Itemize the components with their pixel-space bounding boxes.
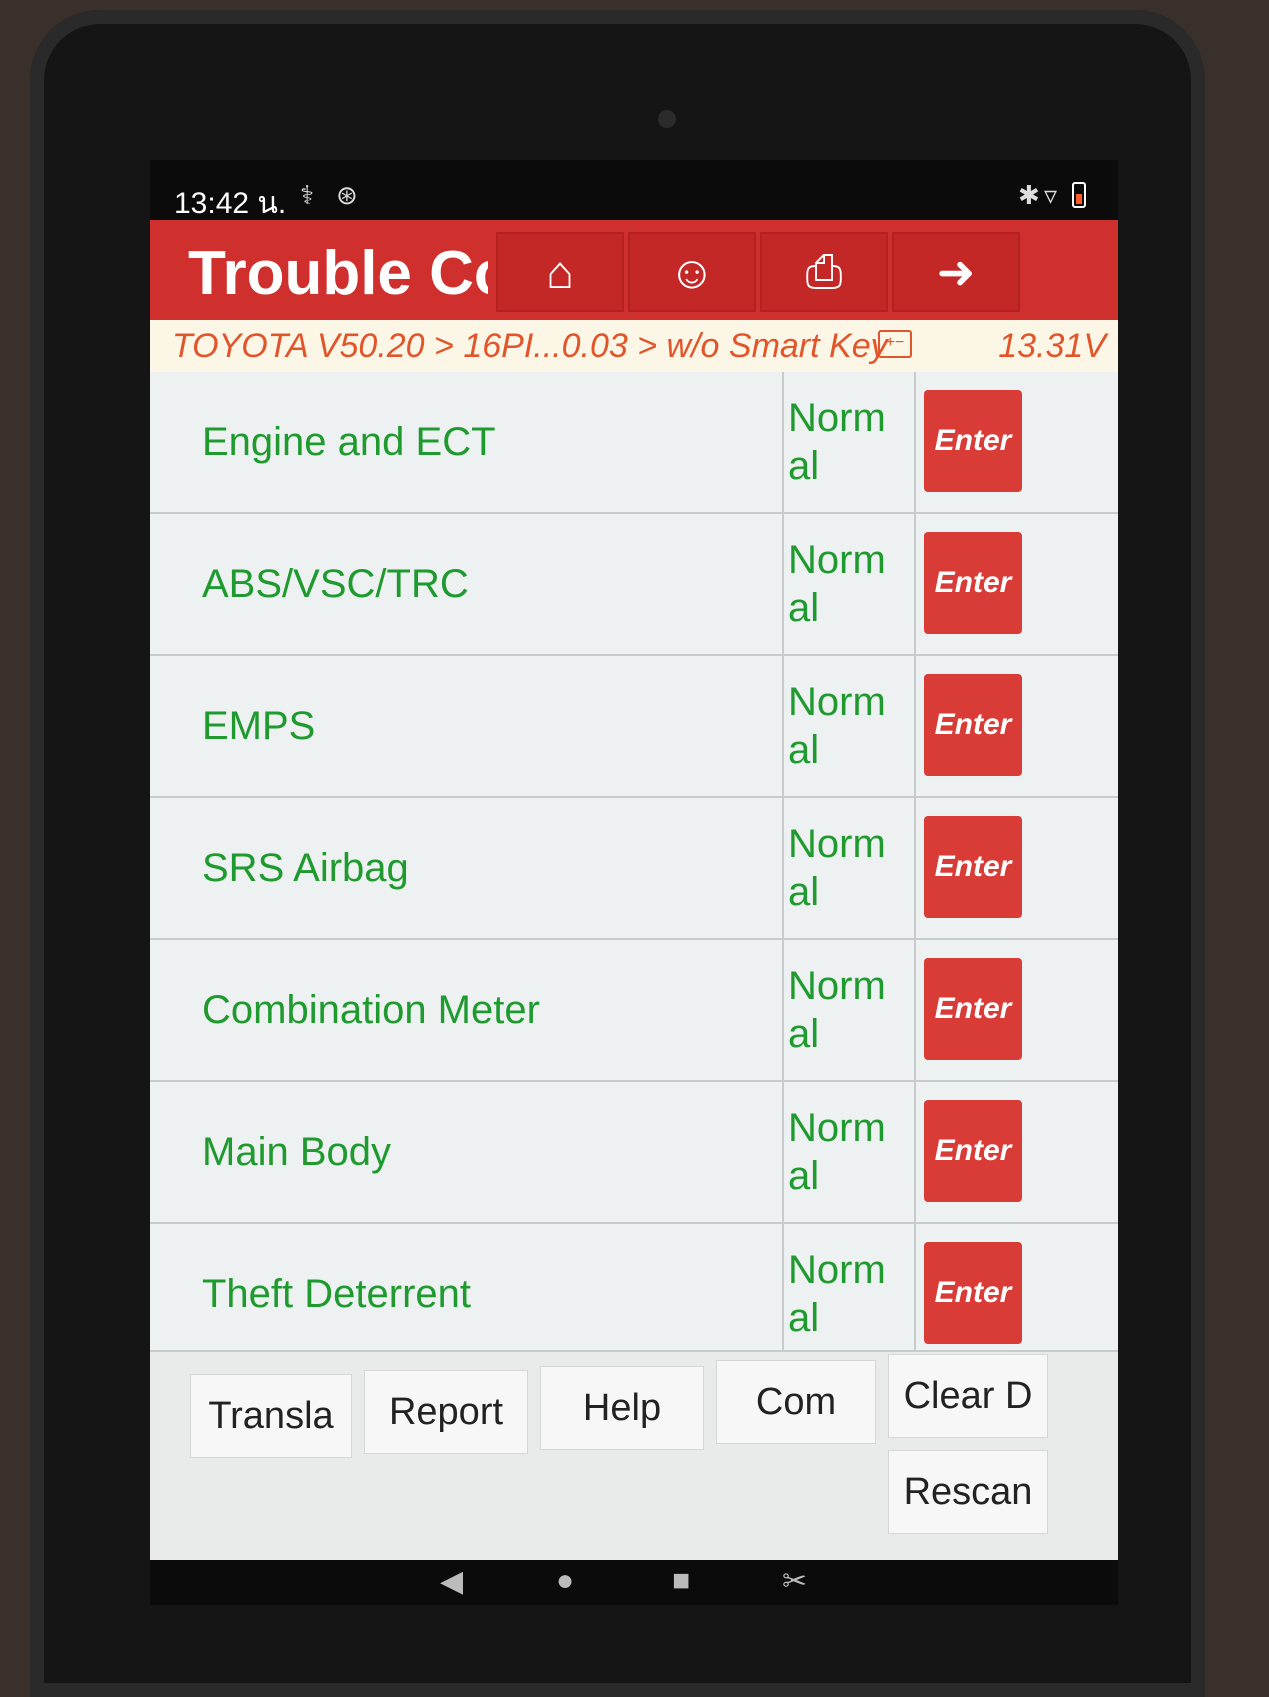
system-name: ABS/VSC/TRC xyxy=(202,514,784,654)
system-row[interactable]: ABS/VSC/TRC Normal Enter xyxy=(150,514,1118,656)
exit-button[interactable]: ➜ xyxy=(892,232,1020,312)
system-status: Normal xyxy=(788,396,886,488)
column-divider xyxy=(914,372,916,512)
translate-button[interactable]: Transla xyxy=(190,1374,352,1458)
enter-button[interactable]: Enter xyxy=(924,816,1022,918)
home-icon: ⌂ xyxy=(546,246,574,298)
system-name: Theft Deterrent xyxy=(202,1224,784,1364)
system-row[interactable]: Theft Deterrent Normal Enter xyxy=(150,1224,1118,1366)
support-agent-icon: ☺ xyxy=(668,246,716,298)
front-camera xyxy=(658,110,676,128)
system-name: Main Body xyxy=(202,1082,784,1222)
column-divider xyxy=(914,798,916,938)
help-button[interactable]: Help xyxy=(540,1366,704,1450)
system-row[interactable]: EMPS Normal Enter xyxy=(150,656,1118,798)
screenshot-icon[interactable]: ✂ xyxy=(782,1564,807,1599)
system-status: Normal xyxy=(788,538,886,630)
system-name: EMPS xyxy=(202,656,784,796)
column-divider xyxy=(914,514,916,654)
report-button[interactable]: Report xyxy=(364,1370,528,1454)
enter-button[interactable]: Enter xyxy=(924,390,1022,492)
system-name: Combination Meter xyxy=(202,940,784,1080)
home-button[interactable]: ⌂ xyxy=(496,232,624,312)
system-row[interactable]: Engine and ECT Normal Enter xyxy=(150,372,1118,514)
back-icon[interactable]: ◀ xyxy=(440,1564,463,1599)
recents-icon[interactable]: ■ xyxy=(672,1564,690,1598)
compare-button[interactable]: Com xyxy=(716,1360,876,1444)
system-status: Normal xyxy=(788,964,886,1056)
breadcrumb: TOYOTA V50.20 > 16PI...0.03 > w/o Smart … xyxy=(150,320,1118,372)
printer-icon: ⎙ xyxy=(805,245,843,297)
battery-voltage: 13.31V xyxy=(998,327,1106,365)
accessibility-icon: ⊛ xyxy=(336,180,358,210)
app-screen: 13:42 น. ⚕ ⊛ ✱ ▿ Trouble Co ⌂ ☺ ⎙ ➜ TOYO… xyxy=(150,160,1118,1605)
support-button[interactable]: ☺ xyxy=(628,232,756,312)
navigation-bar: ◀ ● ■ ✂ xyxy=(150,1560,1118,1605)
column-divider xyxy=(914,1224,916,1364)
enter-button[interactable]: Enter xyxy=(924,674,1022,776)
signal-icon: ▿ xyxy=(1044,180,1058,210)
bluetooth-icon: ✱ xyxy=(1018,180,1040,210)
enter-button[interactable]: Enter xyxy=(924,1242,1022,1344)
column-divider xyxy=(914,1082,916,1222)
clear-dtc-button[interactable]: Clear D xyxy=(888,1354,1048,1438)
system-row[interactable]: SRS Airbag Normal Enter xyxy=(150,798,1118,940)
breadcrumb-path: TOYOTA V50.20 > 16PI...0.03 > w/o Smart … xyxy=(172,327,888,365)
status-bar: 13:42 น. ⚕ ⊛ ✱ ▿ xyxy=(150,160,1118,220)
system-name: Engine and ECT xyxy=(202,372,784,512)
system-row[interactable]: Main Body Normal Enter xyxy=(150,1082,1118,1224)
enter-button[interactable]: Enter xyxy=(924,532,1022,634)
system-status: Normal xyxy=(788,680,886,772)
print-button[interactable]: ⎙ xyxy=(760,232,888,312)
system-status: Normal xyxy=(788,1248,886,1340)
column-divider xyxy=(914,940,916,1080)
battery-voltage-icon: +− xyxy=(878,330,912,358)
system-list: Engine and ECT Normal Enter ABS/VSC/TRC … xyxy=(150,372,1118,1366)
enter-button[interactable]: Enter xyxy=(924,958,1022,1060)
system-row[interactable]: Combination Meter Normal Enter xyxy=(150,940,1118,1082)
rescan-button[interactable]: Rescan xyxy=(888,1450,1048,1534)
enter-button[interactable]: Enter xyxy=(924,1100,1022,1202)
action-bar: Transla Report Help Com Clear D Rescan xyxy=(150,1350,1118,1562)
column-divider xyxy=(914,656,916,796)
title-bar: Trouble Co ⌂ ☺ ⎙ ➜ xyxy=(150,220,1118,320)
system-name: SRS Airbag xyxy=(202,798,784,938)
system-status: Normal xyxy=(788,822,886,914)
page-title: Trouble Co xyxy=(188,239,488,308)
system-status: Normal xyxy=(788,1106,886,1198)
stethoscope-icon: ⚕ xyxy=(300,180,315,210)
battery-icon xyxy=(1072,182,1086,208)
home-nav-icon[interactable]: ● xyxy=(556,1564,574,1598)
exit-icon: ➜ xyxy=(936,246,976,298)
